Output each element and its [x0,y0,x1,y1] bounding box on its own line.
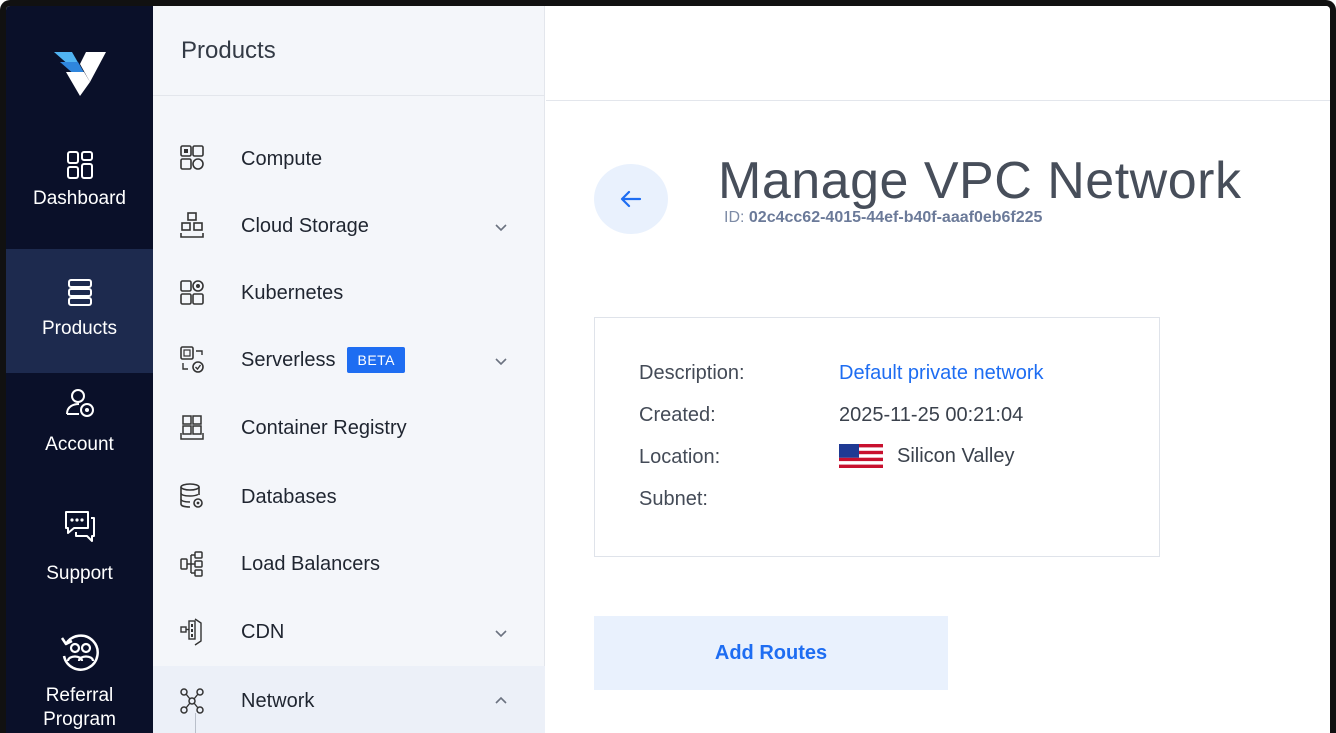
nav-label-network: Network [241,689,315,712]
chevron-down-icon [495,224,507,232]
rail-item-dashboard[interactable]: Dashboard [6,149,153,245]
cloud-storage-icon [180,212,204,238]
nav-item-container-registry[interactable]: Container Registry [153,395,545,461]
server-stack-icon [67,279,92,306]
rail-label-referral: Referral Program [43,684,116,732]
user-shield-icon [65,389,94,417]
rail-item-referral[interactable]: Referral Program [6,630,153,733]
nav-label-cloud-storage: Cloud Storage [241,214,369,237]
nav-item-serverless[interactable]: Serverless BETA [153,327,545,393]
rail-label-dashboard: Dashboard [33,188,126,209]
nav-label-serverless-wrap: Serverless BETA [241,347,406,373]
network-id-value: 02c4cc62-4015-44ef-b40f-aaaf0eb6f225 [748,209,1043,226]
rail-label-referral-text: Referral Program [43,685,116,730]
description-value[interactable]: Default private network [839,362,1044,385]
nav-label-load-balancers: Load Balancers [241,552,380,575]
back-button[interactable] [594,164,668,234]
network-id-prefix: ID: [724,209,745,226]
main-topbar [546,6,1330,101]
compute-icon [180,145,204,170]
created-label: Created: [639,404,716,426]
arrow-left-icon [620,190,642,208]
main-content: Manage VPC Network ID: 02c4cc62-4015-44e… [546,6,1330,733]
products-panel: Products Compute Cloud Storage Kubernete… [153,6,545,733]
nav-item-kubernetes[interactable]: Kubernetes [153,260,545,326]
cdn-icon [180,618,202,646]
chevron-down-icon [495,630,507,638]
nav-item-compute[interactable]: Compute [153,126,545,192]
nav-item-cdn[interactable]: CDN [153,599,545,665]
app-window: Dashboard Products Account Support Refer… [0,0,1336,733]
serverless-icon [180,346,204,373]
dashboard-grid-icon [66,151,93,179]
kubernetes-icon [180,280,204,305]
chevron-down-icon [495,358,507,366]
rail-item-products[interactable]: Products [6,249,161,373]
load-balancer-icon [180,551,203,577]
rail-label-account: Account [45,434,114,455]
primary-rail: Dashboard Products Account Support Refer… [6,6,161,733]
panel-title: Products [153,6,544,96]
subnet-label: Subnet: [639,488,708,510]
nav-item-databases[interactable]: Databases [153,464,545,530]
container-registry-icon [180,415,204,440]
nav-item-network[interactable]: Network [153,666,545,733]
rail-label-products: Products [42,318,117,339]
nav-label-cdn: CDN [241,620,285,643]
nav-item-cloud-storage[interactable]: Cloud Storage [153,193,545,259]
nav-label-compute: Compute [241,147,323,170]
network-id: ID: 02c4cc62-4015-44ef-b40f-aaaf0eb6f225 [724,209,1042,227]
chevron-up-icon [495,696,507,704]
nav-label-kubernetes: Kubernetes [241,281,344,304]
rail-item-account[interactable]: Account [6,387,153,477]
chat-bubbles-icon [64,511,95,542]
subnav-tree-line [195,713,196,733]
details-card: Description: Default private network Cre… [594,317,1160,557]
us-flag-icon [839,444,883,468]
rail-label-support: Support [46,563,113,584]
databases-icon [180,483,203,508]
referral-people-icon [60,634,99,671]
nav-label-container-registry: Container Registry [241,416,407,439]
nav-label-databases: Databases [241,485,337,508]
location-value-wrap: Silicon Valley [839,444,1014,468]
page-title: Manage VPC Network [718,152,1242,210]
vultr-logo[interactable] [50,46,110,98]
description-label: Description: [639,362,745,384]
location-label: Location: [639,446,721,468]
beta-badge: BETA [347,347,406,373]
created-value: 2025-11-25 00:21:04 [839,404,1024,426]
network-icon [180,688,204,714]
nav-label-serverless: Serverless [241,348,336,371]
nav-item-load-balancers[interactable]: Load Balancers [153,531,545,597]
location-value: Silicon Valley [897,444,1015,467]
rail-item-support[interactable]: Support [6,508,153,608]
add-routes-button[interactable]: Add Routes [594,616,948,690]
